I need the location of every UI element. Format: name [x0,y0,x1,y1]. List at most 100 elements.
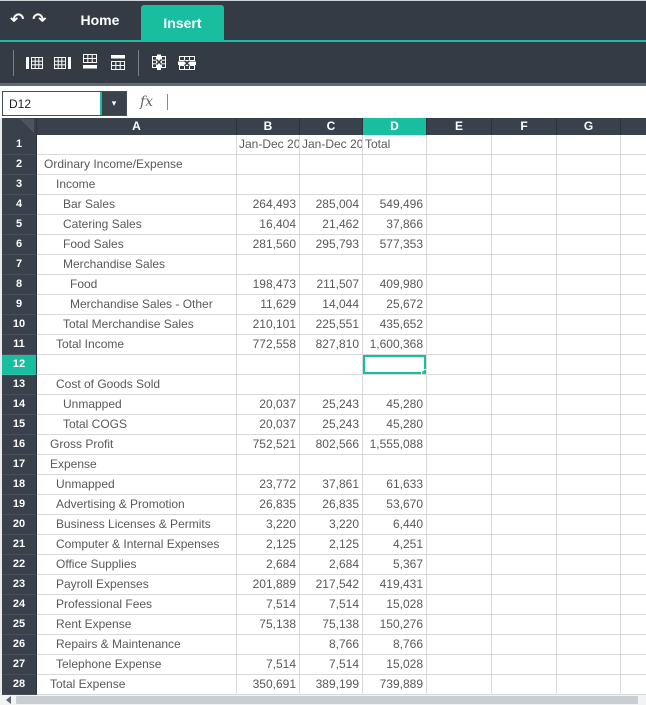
cell-A9[interactable]: Merchandise Sales - Other [37,295,237,315]
cell-B14[interactable]: 20,037 [237,395,300,415]
cell-G24[interactable] [557,595,621,615]
cell-G6[interactable] [557,235,621,255]
scrollbar-thumb[interactable] [16,696,638,704]
horizontal-scrollbar[interactable] [0,695,646,705]
cell-F4[interactable] [492,195,557,215]
cell-B15[interactable]: 20,037 [237,415,300,435]
cell-D14[interactable]: 45,280 [363,395,427,415]
cell-E15[interactable] [427,415,492,435]
column-header-B[interactable]: B [237,118,300,135]
column-header-C[interactable]: C [300,118,363,135]
cell-A1[interactable] [37,135,237,155]
cell-H5[interactable] [621,215,646,235]
cell-A28[interactable]: Total Expense [37,675,237,695]
cell-A16[interactable]: Gross Profit [37,435,237,455]
cell-B6[interactable]: 281,560 [237,235,300,255]
cell-H13[interactable] [621,375,646,395]
cell-H12[interactable] [621,355,646,375]
cell-C17[interactable] [300,455,363,475]
cell-G26[interactable] [557,635,621,655]
row-header-21[interactable]: 21 [2,535,37,555]
cell-E14[interactable] [427,395,492,415]
cell-G12[interactable] [557,355,621,375]
cell-B11[interactable]: 772,558 [237,335,300,355]
cell-B10[interactable]: 210,101 [237,315,300,335]
cell-D3[interactable] [363,175,427,195]
cell-D5[interactable]: 37,866 [363,215,427,235]
cell-E4[interactable] [427,195,492,215]
cell-C24[interactable]: 7,514 [300,595,363,615]
insert-row-above-icon[interactable] [104,49,132,77]
insert-row-below-icon[interactable] [76,49,104,77]
cell-F23[interactable] [492,575,557,595]
cell-E12[interactable] [427,355,492,375]
cell-F2[interactable] [492,155,557,175]
cell-D7[interactable] [363,255,427,275]
row-header-2[interactable]: 2 [2,155,37,175]
row-header-3[interactable]: 3 [2,175,37,195]
cell-G19[interactable] [557,495,621,515]
cell-G23[interactable] [557,575,621,595]
cell-A26[interactable]: Repairs & Maintenance [37,635,237,655]
cell-H1[interactable] [621,135,646,155]
row-header-22[interactable]: 22 [2,555,37,575]
cell-H6[interactable] [621,235,646,255]
row-header-9[interactable]: 9 [2,295,37,315]
row-header-19[interactable]: 19 [2,495,37,515]
cell-G13[interactable] [557,375,621,395]
cell-G27[interactable] [557,655,621,675]
cell-E23[interactable] [427,575,492,595]
scroll-left-button[interactable] [0,695,16,705]
cell-B26[interactable] [237,635,300,655]
cell-D21[interactable]: 4,251 [363,535,427,555]
cell-F3[interactable] [492,175,557,195]
cell-B8[interactable]: 198,473 [237,275,300,295]
row-header-24[interactable]: 24 [2,595,37,615]
cell-H17[interactable] [621,455,646,475]
cell-G1[interactable] [557,135,621,155]
cell-H22[interactable] [621,555,646,575]
cell-D8[interactable]: 409,980 [363,275,427,295]
cell-E17[interactable] [427,455,492,475]
cell-F18[interactable] [492,475,557,495]
cell-G5[interactable] [557,215,621,235]
column-header-F[interactable]: F [492,118,557,135]
cell-G11[interactable] [557,335,621,355]
cell-A25[interactable]: Rent Expense [37,615,237,635]
cell-B28[interactable]: 350,691 [237,675,300,695]
cell-B20[interactable]: 3,220 [237,515,300,535]
cell-C26[interactable]: 8,766 [300,635,363,655]
cell-G25[interactable] [557,615,621,635]
cell-C21[interactable]: 2,125 [300,535,363,555]
cell-A14[interactable]: Unmapped [37,395,237,415]
cell-C12[interactable] [300,355,363,375]
cell-H25[interactable] [621,615,646,635]
cell-H3[interactable] [621,175,646,195]
cell-A4[interactable]: Bar Sales [37,195,237,215]
cell-H14[interactable] [621,395,646,415]
cell-G20[interactable] [557,515,621,535]
cell-A13[interactable]: Cost of Goods Sold [37,375,237,395]
cell-D10[interactable]: 435,652 [363,315,427,335]
cell-D24[interactable]: 15,028 [363,595,427,615]
cell-C6[interactable]: 295,793 [300,235,363,255]
cell-C2[interactable] [300,155,363,175]
cell-G9[interactable] [557,295,621,315]
cell-A5[interactable]: Catering Sales [37,215,237,235]
delete-row-icon[interactable] [173,49,201,77]
cell-E1[interactable] [427,135,492,155]
cell-E20[interactable] [427,515,492,535]
cell-A2[interactable]: Ordinary Income/Expense [37,155,237,175]
select-all-corner[interactable] [2,118,37,135]
cell-D6[interactable]: 577,353 [363,235,427,255]
cell-A6[interactable]: Food Sales [37,235,237,255]
row-header-12[interactable]: 12 [2,355,37,375]
cell-C15[interactable]: 25,243 [300,415,363,435]
cell-G8[interactable] [557,275,621,295]
cell-C13[interactable] [300,375,363,395]
cell-F7[interactable] [492,255,557,275]
row-header-11[interactable]: 11 [2,335,37,355]
cell-C5[interactable]: 21,462 [300,215,363,235]
cell-B27[interactable]: 7,514 [237,655,300,675]
cell-C3[interactable] [300,175,363,195]
